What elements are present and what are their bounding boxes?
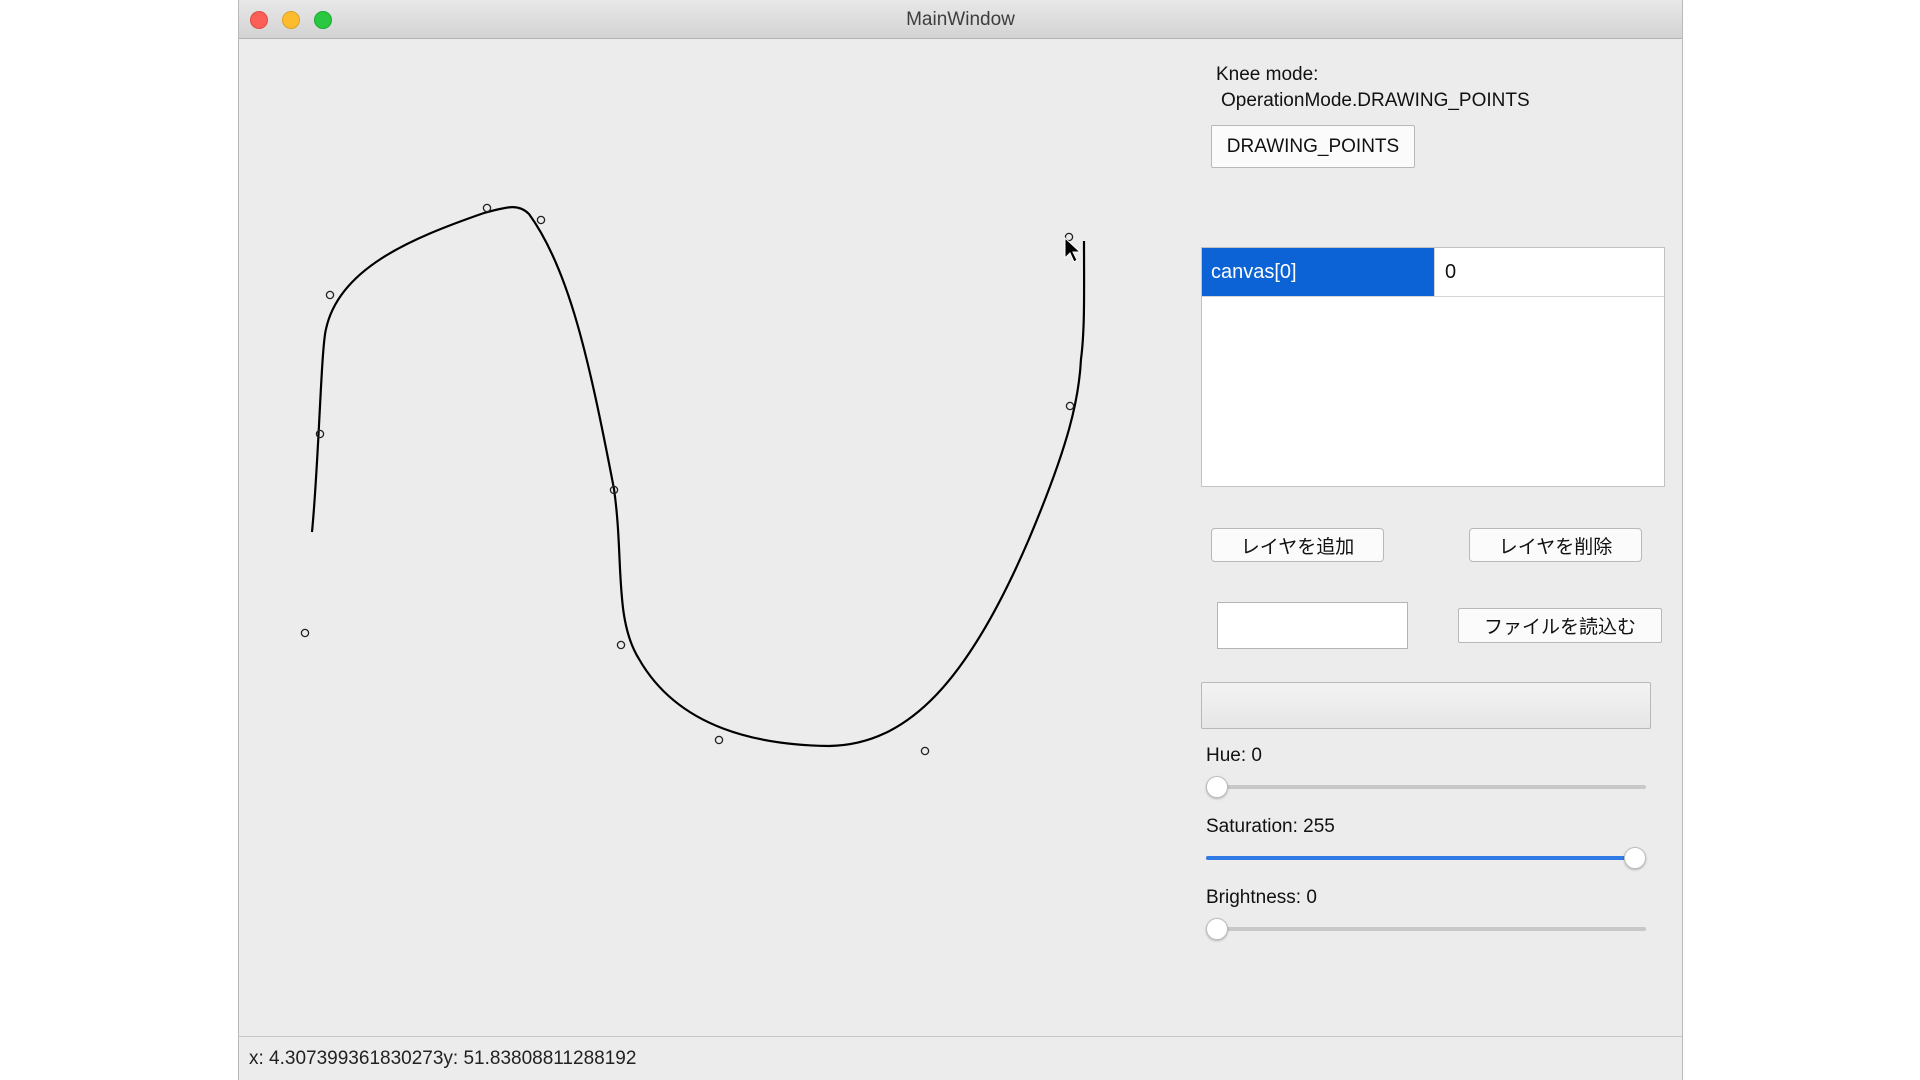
mouse-cursor-icon — [1064, 236, 1082, 263]
drawing-canvas-svg[interactable] — [239, 39, 1179, 1037]
mode-toggle-button[interactable]: DRAWING_POINTS — [1211, 125, 1415, 168]
layer-name-cell[interactable]: canvas[0] — [1202, 248, 1434, 296]
control-point[interactable] — [482, 203, 492, 213]
layer-table[interactable]: canvas[0] 0 — [1201, 247, 1665, 487]
control-point[interactable] — [616, 640, 626, 650]
progress-bar — [1201, 682, 1651, 729]
hue-slider-track[interactable] — [1206, 785, 1646, 789]
title-bar[interactable]: MainWindow — [239, 0, 1682, 39]
hue-label: Hue: 0 — [1206, 745, 1262, 766]
cursor-coordinates: x: 4.307399361830273y: 51.83808811288192 — [249, 1048, 637, 1069]
file-path-input[interactable] — [1217, 602, 1408, 649]
layer-row[interactable]: canvas[0] 0 — [1202, 248, 1664, 297]
add-layer-button[interactable]: レイヤを追加 — [1211, 528, 1384, 562]
knee-mode-caption: Knee mode: — [1216, 64, 1319, 85]
brightness-slider[interactable] — [1206, 915, 1646, 943]
window-title: MainWindow — [906, 9, 1015, 30]
read-file-button[interactable]: ファイルを読込む — [1458, 608, 1662, 643]
main-window: MainWindow Knee mode: OperationMode.DRAW… — [239, 0, 1682, 1080]
control-point[interactable] — [325, 290, 335, 300]
spline-curve — [310, 206, 1086, 748]
hue-slider-thumb[interactable] — [1206, 776, 1228, 798]
saturation-slider[interactable] — [1206, 844, 1646, 872]
saturation-label: Saturation: 255 — [1206, 816, 1335, 837]
hue-slider[interactable] — [1206, 773, 1646, 801]
control-point[interactable] — [1065, 401, 1075, 411]
control-point[interactable] — [714, 735, 724, 745]
knee-mode-label: Knee mode: OperationMode.DRAWING_POINTS — [1216, 62, 1530, 114]
brightness-slider-track[interactable] — [1206, 927, 1646, 931]
saturation-slider-fill — [1206, 856, 1635, 860]
saturation-slider-thumb[interactable] — [1624, 847, 1646, 869]
status-bar: x: 4.307399361830273y: 51.83808811288192 — [239, 1036, 1682, 1080]
control-point[interactable] — [920, 746, 930, 756]
drawing-canvas[interactable] — [239, 39, 1179, 1037]
brightness-slider-thumb[interactable] — [1206, 918, 1228, 940]
control-point[interactable] — [536, 215, 546, 225]
control-point[interactable] — [300, 628, 310, 638]
knee-mode-value: OperationMode.DRAWING_POINTS — [1221, 90, 1530, 111]
brightness-label: Brightness: 0 — [1206, 887, 1317, 908]
layer-value-cell[interactable]: 0 — [1434, 248, 1664, 296]
delete-layer-button[interactable]: レイヤを削除 — [1469, 528, 1642, 562]
